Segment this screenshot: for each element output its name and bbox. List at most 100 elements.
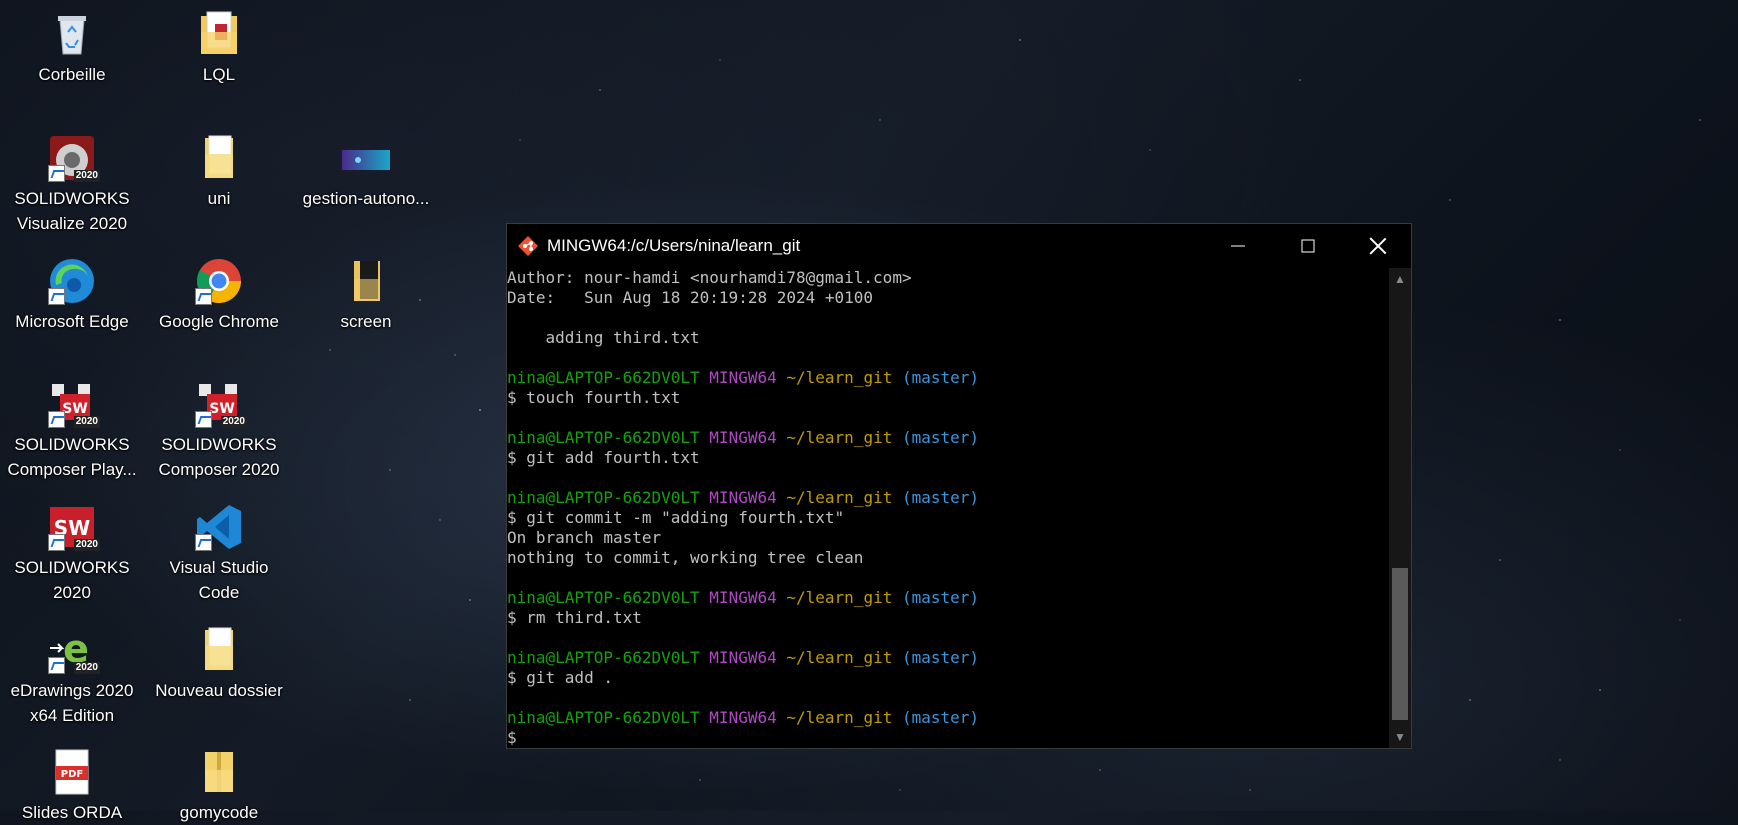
shortcut-arrow-icon [48, 288, 65, 305]
folder-icon [195, 134, 243, 182]
desktop-icon-label: gestion-autono... [302, 189, 430, 208]
desktop-icon[interactable]: Microsoft Edge [2, 257, 142, 334]
desktop-icon[interactable]: SW 2020 SOLIDWORKS 2020 [2, 503, 142, 605]
shortcut-arrow-icon [195, 411, 212, 428]
solidworks-composer-icon: SW 2020 [195, 380, 247, 428]
prompt-path: ~/learn_git [786, 488, 893, 507]
terminal-line: Author: nour-hamdi <nourhamdi78@gmail.co… [507, 268, 912, 287]
prompt-branch: (master) [901, 428, 980, 447]
solidworks-composer-player-icon: SW 2020 [48, 380, 100, 428]
shortcut-arrow-icon [48, 165, 65, 182]
shortcut-arrow-icon [48, 534, 65, 551]
shortcut-arrow-icon [48, 411, 65, 428]
terminal-line: On branch master [507, 528, 662, 547]
scroll-down-icon[interactable]: ▼ [1389, 726, 1411, 748]
terminal-line: $ git add . [507, 668, 613, 687]
desktop-icon-label: LQL [202, 65, 236, 84]
desktop-icon[interactable]: Visual Studio Code [149, 503, 289, 605]
chrome-icon [195, 257, 243, 305]
terminal-line: adding third.txt [507, 328, 700, 347]
desktop-icon[interactable]: uni [149, 134, 289, 211]
desktop-icon-label: eDrawings 2020 x64 Edition [10, 681, 134, 725]
version-badge: 2020 [73, 416, 100, 428]
prompt-user: nina@LAPTOP-662DV0LT [507, 488, 700, 507]
desktop-icon-label: SOLIDWORKS Composer Play... [7, 435, 137, 479]
scroll-thumb[interactable] [1392, 568, 1408, 720]
prompt-line: nina@LAPTOP-662DV0LT MINGW64 ~/learn_git… [507, 708, 1389, 728]
desktop-icon-label: gomycode [179, 803, 259, 822]
desktop-icon[interactable]: gomycode [149, 748, 289, 825]
terminal-line: $ touch fourth.txt [507, 388, 681, 407]
desktop-icon-label: SOLIDWORKS 2020 [14, 558, 130, 602]
svg-text:SW: SW [209, 401, 235, 417]
vertical-scrollbar[interactable]: ▲ ▼ [1389, 268, 1411, 748]
version-badge: 2020 [73, 539, 100, 551]
folder-dark-icon [342, 257, 390, 305]
maximize-icon [1301, 239, 1315, 253]
folder-pdf-icon [195, 10, 243, 58]
desktop-icon-label: SOLIDWORKS Composer 2020 [158, 435, 280, 479]
edrawings-icon: e 2020 [48, 626, 100, 674]
close-button[interactable] [1343, 224, 1413, 268]
shortcut-arrow-icon [195, 534, 212, 551]
prompt-path: ~/learn_git [786, 368, 893, 387]
terminal-input-line[interactable]: $ [507, 728, 1389, 748]
folder-zip-icon [195, 748, 243, 796]
desktop-icon-label: Corbeille [38, 65, 106, 84]
desktop-icon[interactable]: SW 2020 SOLIDWORKS Composer Play... [2, 380, 142, 482]
git-bash-icon [518, 236, 538, 256]
desktop-icon[interactable]: Nouveau dossier [149, 626, 289, 703]
desktop-icon-label: SOLIDWORKS Visualize 2020 [14, 189, 130, 233]
prompt-path: ~/learn_git [786, 708, 893, 727]
prompt-branch: (master) [901, 368, 980, 387]
prompt-user: nina@LAPTOP-662DV0LT [507, 648, 700, 667]
prompt-path: ~/learn_git [786, 428, 893, 447]
minimize-button[interactable] [1203, 224, 1273, 268]
desktop-icon[interactable]: Google Chrome [149, 257, 289, 334]
terminal-line: $ git commit -m "adding fourth.txt" [507, 508, 845, 527]
prompt-path: ~/learn_git [786, 648, 893, 667]
desktop-icon[interactable]: e 2020 eDrawings 2020 x64 Edition [2, 626, 142, 728]
prompt-shell: MINGW64 [709, 648, 777, 667]
shortcut-arrow-icon [48, 657, 65, 674]
terminal-output[interactable]: Author: nour-hamdi <nourhamdi78@gmail.co… [507, 268, 1389, 748]
desktop-icon[interactable]: PDF Slides ORDA [2, 748, 142, 825]
version-badge: 2020 [73, 170, 100, 182]
folder-icon [195, 626, 243, 674]
desktop-icon[interactable]: SW 2020 SOLIDWORKS Composer 2020 [149, 380, 289, 482]
title-bar[interactable]: MINGW64:/c/Users/nina/learn_git [507, 224, 1411, 268]
desktop-icon[interactable]: 2020 SOLIDWORKS Visualize 2020 [2, 134, 142, 236]
close-icon [1369, 237, 1387, 255]
desktop-icon-label: Visual Studio Code [169, 558, 269, 602]
terminal-line: Date: Sun Aug 18 20:19:28 2024 +0100 [507, 288, 874, 307]
desktop-icon-label: Microsoft Edge [15, 312, 129, 331]
minimize-icon [1231, 245, 1245, 247]
prompt-shell: MINGW64 [709, 428, 777, 447]
prompt-shell: MINGW64 [709, 488, 777, 507]
solidworks-visualize-icon: 2020 [48, 134, 100, 182]
terminal-line: $ git add fourth.txt [507, 448, 700, 467]
prompt-user: nina@LAPTOP-662DV0LT [507, 428, 700, 447]
prompt-line: nina@LAPTOP-662DV0LT MINGW64 ~/learn_git… [507, 488, 1389, 508]
image-file-icon [342, 134, 390, 182]
desktop-icon[interactable]: LQL [149, 10, 289, 87]
pdf-icon: PDF [48, 748, 96, 796]
scroll-up-icon[interactable]: ▲ [1389, 268, 1411, 290]
desktop-icon[interactable]: screen [296, 257, 436, 334]
prompt-line: nina@LAPTOP-662DV0LT MINGW64 ~/learn_git… [507, 428, 1389, 448]
prompt-branch: (master) [901, 708, 980, 727]
prompt-user: nina@LAPTOP-662DV0LT [507, 708, 700, 727]
window-title: MINGW64:/c/Users/nina/learn_git [547, 236, 801, 255]
desktop-icon[interactable]: gestion-autono... [296, 134, 436, 211]
terminal-window[interactable]: MINGW64:/c/Users/nina/learn_git Author: … [506, 223, 1412, 749]
terminal-line: nothing to commit, working tree clean [507, 548, 864, 567]
shortcut-arrow-icon [195, 288, 212, 305]
prompt-shell: MINGW64 [709, 708, 777, 727]
maximize-button[interactable] [1273, 224, 1343, 268]
version-badge: 2020 [220, 416, 247, 428]
desktop-icon[interactable]: Corbeille [2, 10, 142, 87]
